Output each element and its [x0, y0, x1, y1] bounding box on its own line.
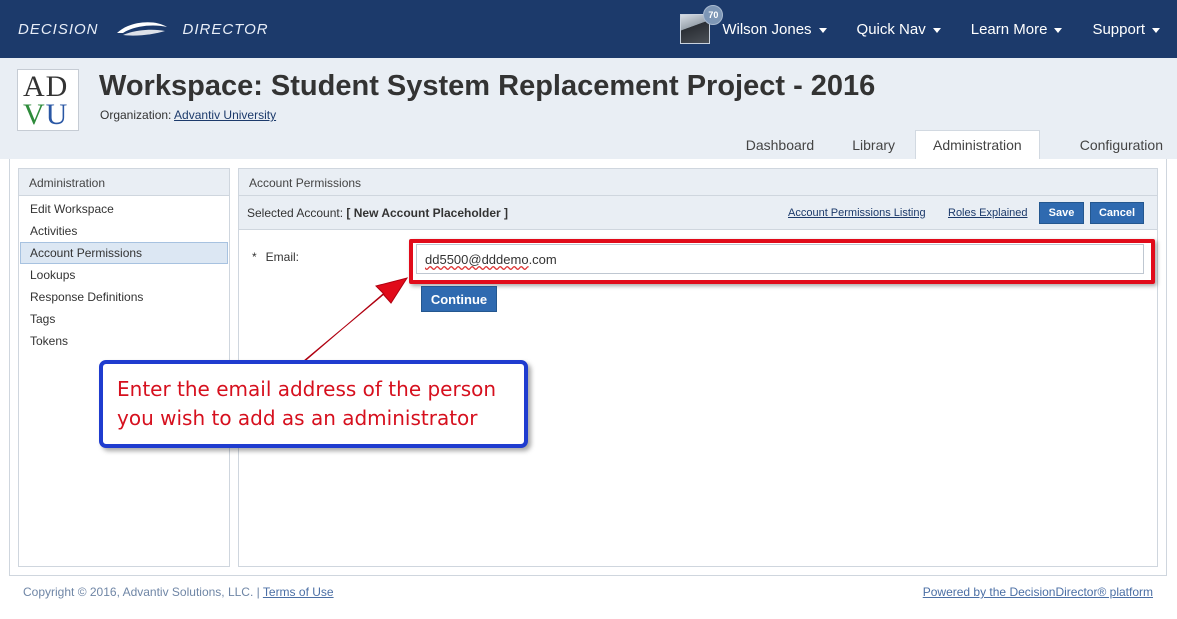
learn-more-menu[interactable]: Learn More: [971, 21, 1063, 38]
roles-explained-link[interactable]: Roles Explained: [948, 207, 1028, 219]
selected-account-bar: Selected Account: [ New Account Placehol…: [239, 196, 1157, 230]
footer-copyright: Copyright © 2016, Advantiv Solutions, LL…: [23, 585, 334, 599]
organization-link[interactable]: Advantiv University: [174, 108, 276, 122]
terms-of-use-link[interactable]: Terms of Use: [263, 585, 334, 599]
required-marker: *: [252, 250, 257, 264]
sidebar-item-edit-workspace[interactable]: Edit Workspace: [20, 198, 228, 220]
brand-text-left: DECISION: [18, 20, 99, 38]
support-label: Support: [1092, 20, 1145, 38]
user-menu[interactable]: 70 Wilson Jones: [680, 5, 827, 44]
user-name: Wilson Jones: [722, 20, 812, 38]
quick-nav-label: Quick Nav: [856, 20, 926, 38]
selected-account-label: Selected Account:: [247, 206, 344, 220]
organization-label: Organization:: [100, 108, 172, 122]
notification-badge[interactable]: 70: [703, 5, 724, 25]
tab-configuration[interactable]: Configuration: [1080, 137, 1163, 159]
sidebar-item-response-definitions[interactable]: Response Definitions: [20, 286, 228, 308]
logo-line-1: AD: [23, 70, 69, 103]
tab-dashboard[interactable]: Dashboard: [746, 137, 815, 159]
sidebar-item-account-permissions[interactable]: Account Permissions: [20, 242, 228, 264]
chevron-down-icon: [818, 27, 827, 33]
chevron-down-icon: [1152, 27, 1160, 33]
top-nav-menu: 70 Wilson Jones Quick Nav Learn More Sup…: [680, 0, 1177, 58]
swoosh-icon: [116, 22, 167, 36]
selected-account: Selected Account: [ New Account Placehol…: [247, 206, 508, 220]
top-navbar: DECISION DIRECTOR 70 Wilson Jones Quick …: [0, 0, 1177, 58]
account-permissions-listing-link[interactable]: Account Permissions Listing: [788, 207, 926, 219]
workspace-header: AD VU Workspace: Student System Replacem…: [0, 58, 1177, 159]
organization-line: Organization: Advantiv University: [100, 108, 276, 122]
email-field-label: * Email:: [252, 250, 299, 264]
brand-text-right: DIRECTOR: [182, 20, 269, 38]
brand-logo[interactable]: DECISION DIRECTOR: [18, 19, 269, 39]
page-title: Workspace: Student System Replacement Pr…: [99, 70, 876, 102]
chevron-down-icon: [1054, 27, 1063, 33]
save-button[interactable]: Save: [1039, 202, 1084, 224]
chevron-down-icon: [932, 27, 941, 33]
sidebar-item-lookups[interactable]: Lookups: [20, 264, 228, 286]
workspace-tabs: Dashboard Library Administration Configu…: [708, 130, 1163, 159]
continue-button[interactable]: Continue: [421, 286, 497, 312]
highlight-box: [409, 239, 1155, 284]
email-label-text: Email:: [265, 250, 300, 264]
instruction-callout: Enter the email address of the person yo…: [99, 360, 528, 448]
avatar-wrap: 70: [680, 5, 724, 44]
quick-nav-menu[interactable]: Quick Nav: [857, 21, 941, 38]
sidebar-item-activities[interactable]: Activities: [20, 220, 228, 242]
cancel-button[interactable]: Cancel: [1090, 202, 1144, 224]
learn-more-label: Learn More: [970, 20, 1048, 38]
sidebar-item-tags[interactable]: Tags: [20, 308, 228, 330]
tab-administration[interactable]: Administration: [915, 130, 1040, 159]
support-menu[interactable]: Support: [1092, 21, 1160, 38]
copyright-text: Copyright © 2016, Advantiv Solutions, LL…: [23, 585, 260, 599]
logo-line-2: VU: [23, 98, 69, 131]
org-logo: AD VU: [17, 69, 79, 131]
sidebar-heading: Administration: [19, 169, 229, 196]
powered-by-link[interactable]: Powered by the DecisionDirector® platfor…: [923, 585, 1153, 599]
panel-heading: Account Permissions: [239, 169, 1157, 196]
sidebar-item-tokens[interactable]: Tokens: [20, 330, 228, 352]
tab-library[interactable]: Library: [852, 137, 895, 159]
selected-account-value: [ New Account Placeholder ]: [346, 206, 509, 220]
